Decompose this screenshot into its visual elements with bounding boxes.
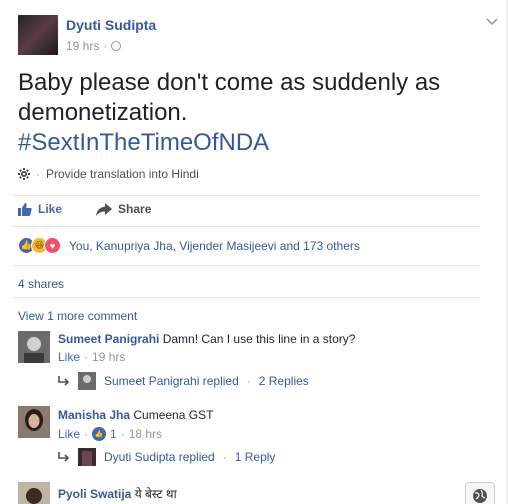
commenter-name[interactable]: Pyoli Swatija [58, 487, 131, 501]
reply-avatar [78, 372, 96, 390]
reply-row[interactable]: Dyuti Sudipta replied · 1 Reply [58, 448, 275, 466]
author-avatar[interactable] [18, 15, 58, 55]
reply-arrow-icon [58, 452, 70, 462]
reactions-text[interactable]: You, Kanupriya Jha, Vijender Masijeevi a… [69, 239, 360, 253]
comment-text: ये बेस्ट था [134, 487, 177, 501]
divider [12, 226, 480, 227]
reply-count: 1 Reply [234, 450, 276, 464]
like-reaction-icon: 👍 [92, 427, 107, 441]
post-text: Baby please don't come as suddenly as de… [18, 69, 441, 126]
chevron-down-icon[interactable] [485, 14, 499, 28]
divider [12, 195, 480, 196]
commenter-name[interactable]: Manisha Jha [58, 408, 130, 422]
comment-text: Cumeena GST [133, 408, 214, 422]
gear-icon [18, 168, 30, 180]
comment-meta: Like · 19 hrs [58, 350, 126, 364]
view-more-comments[interactable]: View 1 more comment [18, 309, 137, 323]
reply-avatar [78, 448, 96, 466]
thumbs-up-icon [18, 203, 32, 216]
comment-body: Sumeet Panigrahi Damn! Can I use this li… [58, 332, 355, 346]
post-time[interactable]: 19 hrs [66, 39, 99, 53]
comment-body: Manisha Jha Cumeena GST [58, 408, 213, 422]
post-meta: 19 hrs · [66, 39, 122, 53]
share-button[interactable]: Share [96, 202, 151, 216]
action-bar: Like Share [18, 202, 151, 216]
author-name[interactable]: Dyuti Sudipta [66, 17, 156, 33]
divider [12, 297, 480, 298]
reply-author: Sumeet Panigrahi replied [104, 374, 239, 388]
translate-link[interactable]: Provide translation into Hindi [46, 167, 199, 181]
divider [12, 265, 480, 266]
hashtag-link[interactable]: #SextInTheTimeOfNDA [18, 128, 269, 158]
reply-author: Dyuti Sudipta replied [104, 450, 215, 464]
reply-row[interactable]: Sumeet Panigrahi replied · 2 Replies [58, 372, 309, 390]
translate-row: · Provide translation into Hindi [18, 167, 199, 181]
comment-like-count[interactable]: 1 [110, 427, 117, 441]
comment-avatar[interactable] [18, 482, 50, 504]
comment-avatar[interactable] [18, 331, 50, 363]
comment-body: Pyoli Swatija ये बेस्ट था [58, 485, 177, 502]
comment-text: Damn! Can I use this line in a story? [162, 332, 356, 346]
comment-avatar[interactable] [18, 406, 50, 438]
share-arrow-icon [96, 202, 113, 216]
reaction-icons: 👍 😆 ♥ [18, 237, 61, 254]
like-button[interactable]: Like [18, 202, 62, 216]
love-reaction-icon: ♥ [44, 237, 61, 254]
post-card: Dyuti Sudipta 19 hrs · Baby please don't… [0, 0, 508, 504]
comment-like-link[interactable]: Like [58, 350, 80, 364]
comment-meta: Like · 👍 1 · 18 hrs [58, 427, 163, 441]
comment-time[interactable]: 18 hrs [129, 427, 162, 441]
shares-link[interactable]: 4 shares [18, 277, 64, 291]
language-globe-button[interactable] [465, 482, 495, 504]
commenter-name[interactable]: Sumeet Panigrahi [58, 332, 159, 346]
globe-icon [473, 489, 487, 503]
comment-time[interactable]: 19 hrs [92, 350, 125, 364]
reply-arrow-icon [58, 376, 70, 386]
reply-count: 2 Replies [258, 374, 309, 388]
globe-icon [111, 41, 122, 51]
comment-like-link[interactable]: Like [58, 427, 80, 441]
reactions-summary[interactable]: 👍 😆 ♥ You, Kanupriya Jha, Vijender Masij… [18, 237, 360, 254]
